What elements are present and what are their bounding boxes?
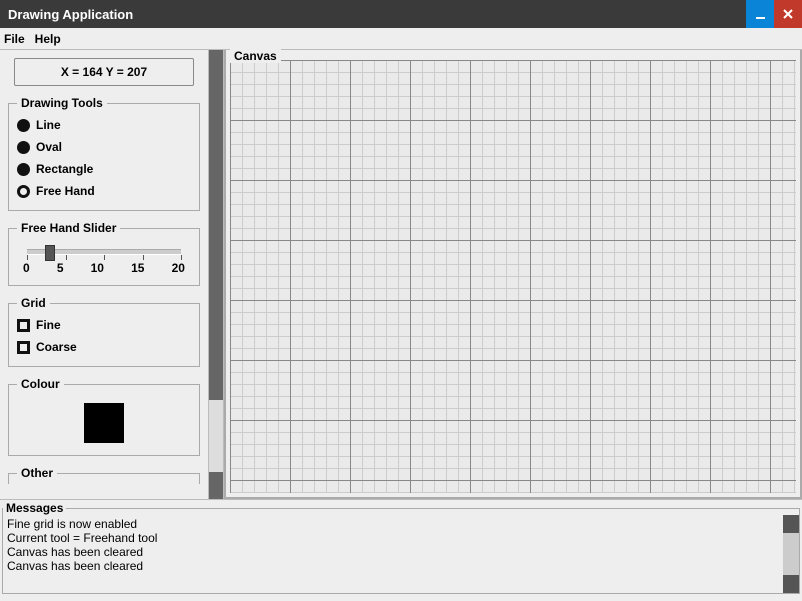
menu-bar: File Help (0, 28, 802, 50)
grid-coarse[interactable]: Coarse (17, 336, 191, 358)
messages-scrollbar[interactable] (783, 515, 799, 593)
slider-tick-15: 15 (131, 261, 144, 275)
colour-swatch[interactable] (84, 403, 124, 443)
canvas[interactable] (230, 60, 796, 493)
main-area: X = 164 Y = 207 Drawing Tools Line Oval … (0, 50, 802, 500)
messages-panel: Messages Fine grid is now enabled Curren… (2, 501, 800, 594)
colour-title: Colour (17, 377, 64, 391)
message-line: Canvas has been cleared (7, 545, 779, 559)
tool-line-label: Line (36, 118, 61, 132)
canvas-title: Canvas (230, 49, 281, 63)
tool-oval-label: Oval (36, 140, 62, 154)
slider-tick-10: 10 (91, 261, 104, 275)
grid-coarse-label: Coarse (36, 340, 77, 354)
radio-selected-icon (17, 185, 30, 198)
scrollbar-thumb-end[interactable] (209, 472, 223, 499)
minimize-icon (755, 9, 766, 20)
window-title: Drawing Application (8, 7, 746, 22)
message-line: Fine grid is now enabled (7, 517, 779, 531)
messages-text: Fine grid is now enabled Current tool = … (3, 515, 783, 593)
other-group: Other (8, 466, 200, 484)
menu-help[interactable]: Help (35, 32, 61, 46)
messages-title: Messages (3, 501, 66, 515)
drawing-tools-title: Drawing Tools (17, 96, 107, 110)
colour-group: Colour (8, 377, 200, 456)
canvas-zone: Canvas (208, 50, 802, 499)
message-line: Canvas has been cleared (7, 559, 779, 573)
scrollbar-thumb-end[interactable] (783, 575, 799, 593)
tool-line[interactable]: Line (17, 114, 191, 136)
grid-fine[interactable]: Fine (17, 314, 191, 336)
radio-icon (17, 163, 30, 176)
freehand-slider-title: Free Hand Slider (17, 221, 120, 235)
minimize-button[interactable] (746, 0, 774, 28)
radio-icon (17, 141, 30, 154)
grid-title: Grid (17, 296, 50, 310)
slider-tick-5: 5 (57, 261, 64, 275)
tool-rectangle-label: Rectangle (36, 162, 93, 176)
sidebar: X = 164 Y = 207 Drawing Tools Line Oval … (0, 50, 208, 499)
freehand-slider-group: Free Hand Slider 0 5 10 15 20 (8, 221, 200, 286)
slider-tick-0: 0 (23, 261, 30, 275)
other-title: Other (17, 466, 57, 480)
scrollbar-thumb[interactable] (209, 50, 223, 400)
tool-freehand-label: Free Hand (36, 184, 95, 198)
tool-freehand[interactable]: Free Hand (17, 180, 191, 202)
checkbox-icon (17, 341, 30, 354)
sidebar-scrollbar[interactable] (208, 50, 224, 499)
drawing-tools-group: Drawing Tools Line Oval Rectangle Free H… (8, 96, 200, 211)
checkbox-icon (17, 319, 30, 332)
close-icon (782, 8, 794, 20)
slider-tick-20: 20 (172, 261, 185, 275)
canvas-frame: Canvas (224, 50, 802, 499)
close-button[interactable] (774, 0, 802, 28)
coordinate-display: X = 164 Y = 207 (14, 58, 194, 86)
tool-rectangle[interactable]: Rectangle (17, 158, 191, 180)
tool-oval[interactable]: Oval (17, 136, 191, 158)
slider-labels: 0 5 10 15 20 (23, 261, 185, 275)
menu-file[interactable]: File (4, 32, 25, 46)
scrollbar-thumb[interactable] (783, 515, 799, 533)
slider-ticks (27, 255, 181, 261)
message-line: Current tool = Freehand tool (7, 531, 779, 545)
radio-icon (17, 119, 30, 132)
grid-group: Grid Fine Coarse (8, 296, 200, 367)
title-bar: Drawing Application (0, 0, 802, 28)
grid-fine-label: Fine (36, 318, 61, 332)
